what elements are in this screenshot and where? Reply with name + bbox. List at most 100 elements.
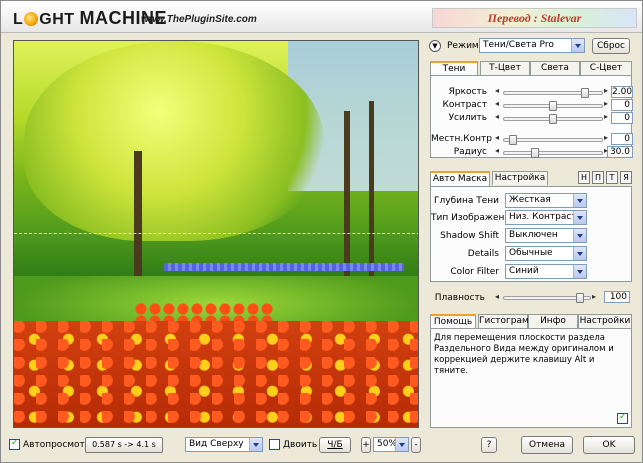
zoom-in-button[interactable]: + [361, 437, 371, 453]
timing-display: 0.587 s -> 4.1 s [85, 437, 163, 453]
radius-value[interactable]: 30.0 [607, 146, 633, 158]
chevron-down-icon [249, 438, 262, 451]
shadows-panel: Яркость ◂ ▸ 2.00 Контраст ◂ ▸ 0 Усилить … [430, 75, 633, 158]
right-arrow-icon[interactable]: ▸ [604, 133, 608, 143]
mask-button-p[interactable]: П [592, 171, 604, 184]
chevron-down-icon [395, 438, 408, 451]
right-arrow-icon[interactable]: ▸ [604, 86, 608, 96]
right-arrow-icon[interactable]: ▸ [604, 99, 608, 109]
mode-select[interactable]: Тени/Света Pro [479, 38, 585, 53]
contrast-label: Контраст [442, 100, 487, 110]
tab-info[interactable]: Инфо [528, 314, 578, 328]
site-link[interactable]: www.ThePluginSite.com [141, 14, 257, 25]
view-select[interactable]: Вид Сверху [185, 437, 263, 452]
preview-blue-flowers [164, 263, 404, 271]
preview-tree-trunk [369, 101, 374, 281]
auto-mask-panel: Глубина Тени Жесткая Тип Изображен Низ. … [430, 186, 632, 282]
color-filter-select[interactable]: Синий [505, 264, 587, 279]
zoom-out-button[interactable]: - [411, 437, 421, 453]
autopreview-label: Автопросмотр [23, 440, 91, 450]
slider-thumb[interactable] [531, 148, 539, 158]
right-arrow-icon[interactable]: ▸ [592, 292, 596, 302]
boost-slider[interactable] [503, 114, 603, 124]
header-bar: L GHT MACHINE www.ThePluginSite.com Перев… [1, 1, 642, 33]
preview-tree-trunk [344, 111, 350, 281]
top-tabs: Тени Т-Цвет Света С-Цвет [430, 61, 634, 76]
preview-tulip-bed [14, 321, 418, 427]
twain-label: Двоить [283, 440, 318, 450]
help-checkbox[interactable] [617, 412, 628, 424]
tab-mask-settings[interactable]: Настройка [492, 171, 548, 185]
right-arrow-icon[interactable]: ▸ [604, 112, 608, 122]
color-filter-label: Color Filter [450, 267, 499, 277]
slider-thumb[interactable] [581, 88, 589, 98]
logo-sun-icon [24, 12, 39, 26]
chevron-down-icon [571, 39, 584, 52]
slider-thumb[interactable] [576, 293, 584, 303]
brightness-label: Яркость [448, 87, 487, 97]
bottom-toolbar: Автопросмотр 0.587 s -> 4.1 s Вид Сверху… [1, 433, 642, 463]
mask-button-n[interactable]: Н [578, 171, 590, 184]
left-arrow-icon[interactable]: ◂ [495, 112, 499, 122]
tab-help[interactable]: Помощь [430, 314, 476, 329]
left-arrow-icon[interactable]: ◂ [495, 99, 499, 109]
tab-highlights[interactable]: Света [530, 61, 580, 75]
left-arrow-icon[interactable]: ◂ [495, 292, 499, 302]
zoom-select[interactable]: 50% [373, 437, 409, 452]
tab-preferences[interactable]: Настройки [578, 314, 632, 328]
chevron-down-icon [573, 194, 586, 207]
smoothness-slider[interactable] [503, 293, 591, 303]
brightness-slider[interactable] [503, 88, 603, 98]
collapse-icon[interactable]: ▼ [429, 40, 441, 52]
translator-banner: Перевод : Stalevar [432, 8, 637, 28]
local-contrast-slider[interactable] [503, 135, 603, 145]
mask-button-t[interactable]: Т [606, 171, 618, 184]
brightness-value[interactable]: 2.00 [611, 86, 633, 98]
ok-button[interactable]: OK [583, 436, 635, 454]
local-contrast-value[interactable]: 0 [611, 133, 633, 145]
tab-shadow-color[interactable]: Т-Цвет [480, 61, 530, 75]
shadow-depth-label: Глубина Тени [434, 196, 499, 206]
left-arrow-icon[interactable]: ◂ [495, 133, 499, 143]
left-arrow-icon[interactable]: ◂ [495, 146, 499, 156]
slider-thumb[interactable] [509, 135, 517, 145]
boost-label: Усилить [448, 113, 487, 123]
split-view-line[interactable] [14, 233, 418, 234]
image-type-label: Тип Изображен [431, 213, 505, 223]
chevron-down-icon [573, 265, 586, 278]
mask-button-ya[interactable]: Я [620, 171, 632, 184]
bw-button[interactable]: Ч/Б [319, 437, 351, 453]
image-preview[interactable] [13, 40, 419, 428]
mask-tabs: Авто Маска Настройка Н П Т Я [430, 171, 634, 186]
slider-thumb[interactable] [549, 101, 557, 111]
contrast-slider[interactable] [503, 101, 603, 111]
chevron-down-icon [573, 229, 586, 242]
local-contrast-label: Местн.Контр [431, 134, 492, 144]
image-type-select[interactable]: Низ. Контрастн [505, 210, 587, 225]
radius-slider[interactable] [503, 148, 603, 158]
shadow-depth-select[interactable]: Жесткая [505, 193, 587, 208]
contrast-value[interactable]: 0 [611, 99, 633, 111]
details-label: Details [467, 249, 499, 259]
help-tabs: Помощь Гистограм Инфо Настройки [430, 314, 634, 329]
shadow-shift-label: Shadow Shift [440, 231, 499, 241]
autopreview-checkbox[interactable] [9, 438, 20, 450]
cancel-button[interactable]: Отмена [521, 436, 573, 454]
twain-checkbox[interactable] [269, 439, 280, 450]
details-select[interactable]: Обычные [505, 246, 587, 261]
reset-button[interactable]: Сброс [592, 38, 630, 54]
slider-thumb[interactable] [549, 114, 557, 124]
smoothness-label: Плавность [434, 293, 485, 303]
shadow-shift-select[interactable]: Выключен [505, 228, 587, 243]
tab-histogram[interactable]: Гистограм [478, 314, 529, 328]
mode-label: Режим [447, 41, 479, 51]
radius-label: Радиус [453, 147, 487, 157]
tab-auto-mask[interactable]: Авто Маска [430, 171, 490, 186]
tab-shadows[interactable]: Тени [430, 61, 478, 76]
help-button[interactable]: ? [481, 437, 497, 453]
boost-value[interactable]: 0 [611, 112, 633, 124]
left-arrow-icon[interactable]: ◂ [495, 86, 499, 96]
plugin-window: L GHT MACHINE www.ThePluginSite.com Перев… [0, 0, 643, 463]
tab-highlight-color[interactable]: С-Цвет [580, 61, 632, 75]
smoothness-value[interactable]: 100 [604, 291, 630, 303]
